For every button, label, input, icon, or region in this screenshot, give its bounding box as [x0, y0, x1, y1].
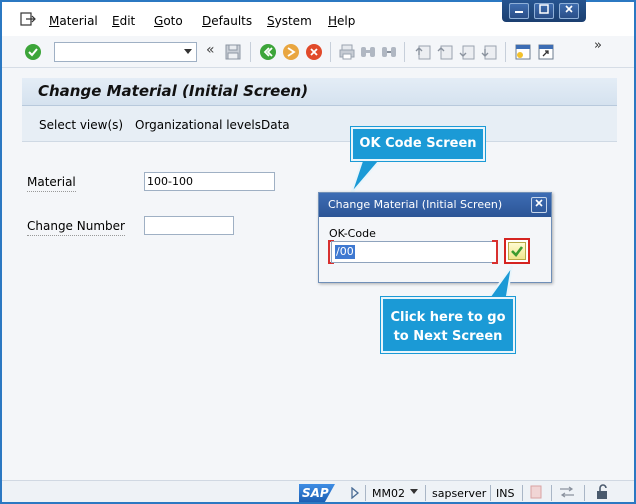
create-session-icon[interactable] [514, 43, 532, 61]
status-separator [522, 485, 523, 501]
first-page-icon[interactable] [414, 43, 432, 61]
menu-bar: Material Edit Goto Defaults System Help [2, 0, 634, 36]
maximize-icon [539, 4, 549, 14]
status-separator [584, 485, 585, 501]
menu-defaults[interactable]: Defaults [202, 14, 252, 28]
continue-button[interactable] [508, 242, 526, 260]
toolbar-separator [404, 42, 405, 62]
material-input[interactable]: 100-100 [144, 172, 275, 191]
application-toolbar: Select view(s) Organizational levels Dat… [22, 106, 617, 142]
server-name: sapserver [432, 487, 487, 500]
transaction-code[interactable]: MM02 [372, 487, 405, 500]
minimize-icon [514, 11, 523, 13]
callout-line: Click here to go [390, 310, 506, 325]
command-field[interactable] [54, 42, 197, 62]
transfer-icon [560, 486, 574, 498]
change-number-label: Change Number [27, 219, 125, 236]
status-separator [551, 485, 552, 501]
status-separator [490, 485, 491, 501]
okcode-label: OK-Code [329, 227, 376, 240]
okcode-input[interactable]: /00 [331, 241, 497, 263]
back-icon[interactable] [259, 43, 277, 61]
select-views-button[interactable]: Select view(s) [39, 118, 123, 132]
sap-window: Material Edit Goto Defaults System Help … [0, 0, 636, 504]
menu-exit-icon[interactable] [20, 12, 36, 26]
close-icon [535, 199, 543, 207]
save-icon[interactable] [224, 43, 242, 61]
okcode-value: /00 [335, 245, 355, 259]
next-page-icon[interactable] [458, 43, 476, 61]
find-icon[interactable] [359, 43, 377, 61]
more-toolbar-button[interactable]: » [594, 38, 602, 53]
check-icon [511, 246, 524, 257]
chevron-down-icon[interactable] [410, 489, 418, 494]
collapse-command-button[interactable]: « [206, 42, 215, 58]
status-separator [425, 485, 426, 501]
chevron-down-icon[interactable] [184, 49, 192, 54]
insert-mode[interactable]: INS [496, 487, 514, 500]
ok-code-callout: OK Code Screen [351, 127, 485, 161]
dialog-title-text: Change Material (Initial Screen) [328, 198, 503, 211]
page-title: Change Material (Initial Screen) [38, 82, 309, 100]
menu-system[interactable]: System [267, 14, 312, 28]
maximize-button[interactable] [533, 3, 554, 19]
menu-edit[interactable]: Edit [112, 14, 135, 28]
play-icon[interactable] [350, 487, 360, 499]
data-button[interactable]: Data [261, 118, 290, 132]
sap-logo: SAP [299, 484, 335, 502]
unlock-icon[interactable] [596, 484, 610, 500]
menu-goto[interactable]: Goto [154, 14, 183, 28]
document-icon [530, 485, 542, 499]
title-bar: Change Material (Initial Screen) [22, 78, 617, 106]
organizational-levels-button[interactable]: Organizational levels [135, 118, 261, 132]
change-number-input[interactable] [144, 216, 234, 235]
next-screen-callout: Click here to go to Next Screen [381, 297, 515, 353]
toolbar-separator [505, 42, 506, 62]
standard-toolbar: « » [2, 36, 634, 68]
confirm-highlight [504, 238, 530, 264]
window-controls [502, 0, 586, 22]
close-window-button[interactable] [559, 3, 580, 19]
generate-shortcut-icon[interactable] [537, 43, 555, 61]
callout-line: to Next Screen [393, 329, 503, 344]
minimize-button[interactable] [508, 3, 529, 19]
menu-material[interactable]: Material [49, 14, 98, 28]
dialog-title: Change Material (Initial Screen) [319, 193, 551, 217]
material-label: Material [27, 175, 76, 192]
cancel-icon[interactable] [305, 43, 323, 61]
toolbar-separator [250, 42, 251, 62]
exit-icon[interactable] [282, 43, 300, 61]
last-page-icon[interactable] [480, 43, 498, 61]
find-next-icon[interactable] [380, 43, 398, 61]
print-icon[interactable] [338, 43, 356, 61]
enter-check-icon[interactable] [24, 43, 42, 61]
previous-page-icon[interactable] [436, 43, 454, 61]
menu-help[interactable]: Help [328, 14, 355, 28]
dialog-close-button[interactable] [531, 197, 547, 213]
status-separator [365, 485, 366, 501]
close-icon [565, 5, 573, 13]
highlight-bracket [492, 240, 498, 264]
status-bar: SAP MM02 sapserver INS [2, 480, 634, 502]
toolbar-separator [330, 42, 331, 62]
